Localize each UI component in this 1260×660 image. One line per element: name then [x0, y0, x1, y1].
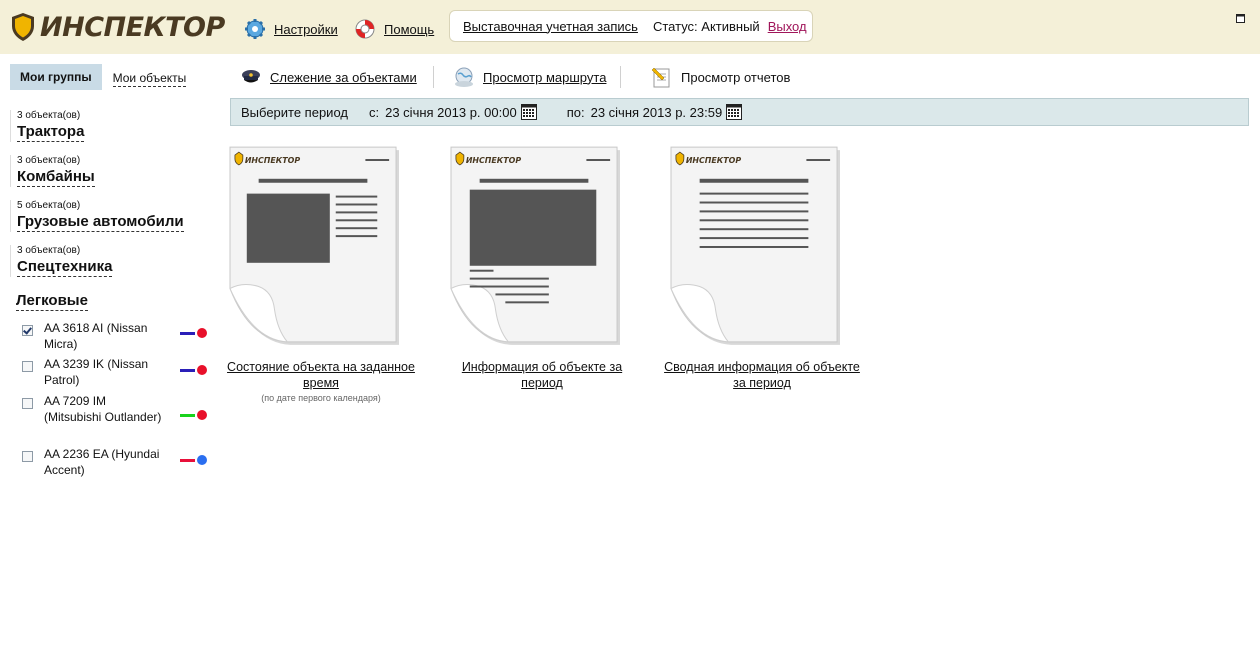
- period-from-label: с:: [368, 104, 380, 120]
- period-from-value[interactable]: 23 січня 2013 р. 00:00: [385, 105, 517, 120]
- object-checkbox[interactable]: [22, 361, 33, 372]
- svg-text:ИНСПЕКТОР: ИНСПЕКТОР: [466, 156, 522, 165]
- group-item[interactable]: 3 объекта(ов) Трактора: [10, 110, 85, 142]
- route-tool[interactable]: Просмотр маршрута: [453, 66, 606, 88]
- object-list-item[interactable]: AA 3618 AI (Nissan Micra): [22, 320, 212, 352]
- toolbar-divider: [433, 66, 434, 88]
- svg-text:ИНСПЕКТОР: ИНСПЕКТОР: [245, 156, 301, 165]
- app-logo[interactable]: ИНСПЕКТОР: [10, 11, 225, 43]
- object-name: AA 3239 IK (Nissan Patrol): [44, 357, 149, 387]
- group-count: 3 объекта(ов): [17, 155, 81, 166]
- report-note: (по дате первого календаря): [261, 393, 381, 403]
- object-checkbox[interactable]: [22, 325, 33, 336]
- track-dot-swatch: [197, 455, 207, 465]
- track-line-swatch: [180, 368, 195, 372]
- period-selector: Выберите период с: 23 січня 2013 р. 00:0…: [230, 98, 1249, 126]
- period-label: Выберите период: [241, 104, 348, 120]
- report-preview-icon[interactable]: ИНСПЕКТОР: [450, 146, 620, 346]
- track-color-marker: [180, 455, 207, 465]
- reports-tool[interactable]: Просмотр отчетов: [651, 66, 790, 88]
- group-name[interactable]: Грузовые автомобили: [17, 212, 184, 232]
- group-count: 5 объекта(ов): [17, 200, 81, 211]
- track-color-marker: [180, 328, 207, 338]
- group-count: 3 объекта(ов): [17, 110, 81, 121]
- globe-map-icon: [455, 67, 473, 87]
- route-label[interactable]: Просмотр маршрута: [483, 70, 606, 85]
- track-color-marker: [180, 365, 207, 375]
- report-card-summary[interactable]: ИНСПЕКТОР Сводная информация об объекте …: [662, 146, 862, 391]
- group-name[interactable]: Трактора: [17, 122, 85, 142]
- track-line-swatch: [180, 413, 195, 417]
- report-preview-icon[interactable]: ИНСПЕКТОР: [229, 146, 399, 346]
- tracking-tool[interactable]: Слежение за объектами: [240, 66, 417, 88]
- reports-label: Просмотр отчетов: [681, 69, 791, 85]
- object-checkbox[interactable]: [22, 398, 33, 409]
- track-dot-swatch: [197, 410, 207, 420]
- group-count: 3 объекта(ов): [17, 245, 81, 256]
- settings-link[interactable]: Настройки: [244, 18, 338, 40]
- police-cap-icon: [242, 70, 260, 83]
- help-label[interactable]: Помощь: [384, 22, 434, 37]
- sidebar-tabs: Мои группы Мои объекты: [10, 64, 187, 90]
- account-panel: Выставочная учетная запись Статус: Актив…: [449, 10, 813, 42]
- logo-text: ИНСПЕКТОР: [40, 11, 225, 43]
- report-title-link[interactable]: Информация об объекте за период: [442, 359, 642, 391]
- tracking-label[interactable]: Слежение за объектами: [270, 70, 417, 85]
- object-list-item[interactable]: AA 3239 IK (Nissan Patrol): [22, 356, 212, 388]
- logout-link[interactable]: Выход: [768, 19, 807, 34]
- help-link[interactable]: Помощь: [354, 18, 434, 40]
- period-to-label: по:: [566, 104, 585, 120]
- track-line-swatch: [180, 331, 195, 335]
- track-color-marker: [180, 410, 207, 420]
- calendar-icon[interactable]: [726, 104, 743, 120]
- gear-icon: [245, 19, 265, 39]
- shield-logo-icon: [12, 13, 34, 41]
- track-line-swatch: [180, 458, 195, 462]
- report-title-link[interactable]: Сводная информация об объекте за период: [662, 359, 862, 391]
- top-header: ИНСПЕКТОР Настройки Помощь Выставочная у…: [0, 0, 1260, 54]
- window-icon[interactable]: [1236, 14, 1245, 23]
- object-list-item[interactable]: AA 7209 IM (Mitsubishi Outlander): [22, 393, 212, 425]
- calendar-icon[interactable]: [520, 104, 537, 120]
- group-item[interactable]: 3 объекта(ов) Комбайны: [10, 155, 95, 187]
- group-name[interactable]: Спецтехника: [17, 257, 113, 277]
- lifebuoy-icon: [355, 19, 375, 39]
- svg-text:ИНСПЕКТОР: ИНСПЕКТОР: [686, 156, 742, 165]
- object-checkbox[interactable]: [22, 451, 33, 462]
- report-card-info[interactable]: ИНСПЕКТОР Информация об объекте за перио…: [442, 146, 642, 391]
- object-name: AA 7209 IM (Mitsubishi Outlander): [44, 394, 162, 424]
- object-list-item[interactable]: AA 2236 EA (Hyundai Accent): [22, 446, 212, 478]
- tab-my-objects[interactable]: Мои объекты: [112, 71, 187, 87]
- open-group[interactable]: Легковые: [16, 291, 88, 311]
- report-preview-icon[interactable]: ИНСПЕКТОР: [670, 146, 840, 346]
- settings-label[interactable]: Настройки: [274, 22, 338, 37]
- group-item[interactable]: 5 объекта(ов) Грузовые автомобили: [10, 200, 184, 232]
- report-title-link[interactable]: Состояние объекта на заданное время: [221, 359, 421, 391]
- tab-my-groups[interactable]: Мои группы: [10, 64, 102, 90]
- report-pencil-icon: [651, 67, 670, 88]
- toolbar-divider: [620, 66, 621, 88]
- group-item[interactable]: 3 объекта(ов) Спецтехника: [10, 245, 113, 277]
- open-group-name[interactable]: Легковые: [16, 291, 88, 311]
- track-dot-swatch: [197, 328, 207, 338]
- group-name[interactable]: Комбайны: [17, 167, 95, 187]
- account-status: Статус: Активный: [652, 18, 760, 34]
- track-dot-swatch: [197, 365, 207, 375]
- period-to-value[interactable]: 23 січня 2013 р. 23:59: [591, 105, 723, 120]
- object-name: AA 2236 EA (Hyundai Accent): [44, 447, 160, 477]
- account-name-link[interactable]: Выставочная учетная запись: [463, 19, 638, 34]
- report-card-state[interactable]: ИНСПЕКТОР Состояние объекта на заданное …: [221, 146, 421, 403]
- object-name: AA 3618 AI (Nissan Micra): [44, 321, 148, 351]
